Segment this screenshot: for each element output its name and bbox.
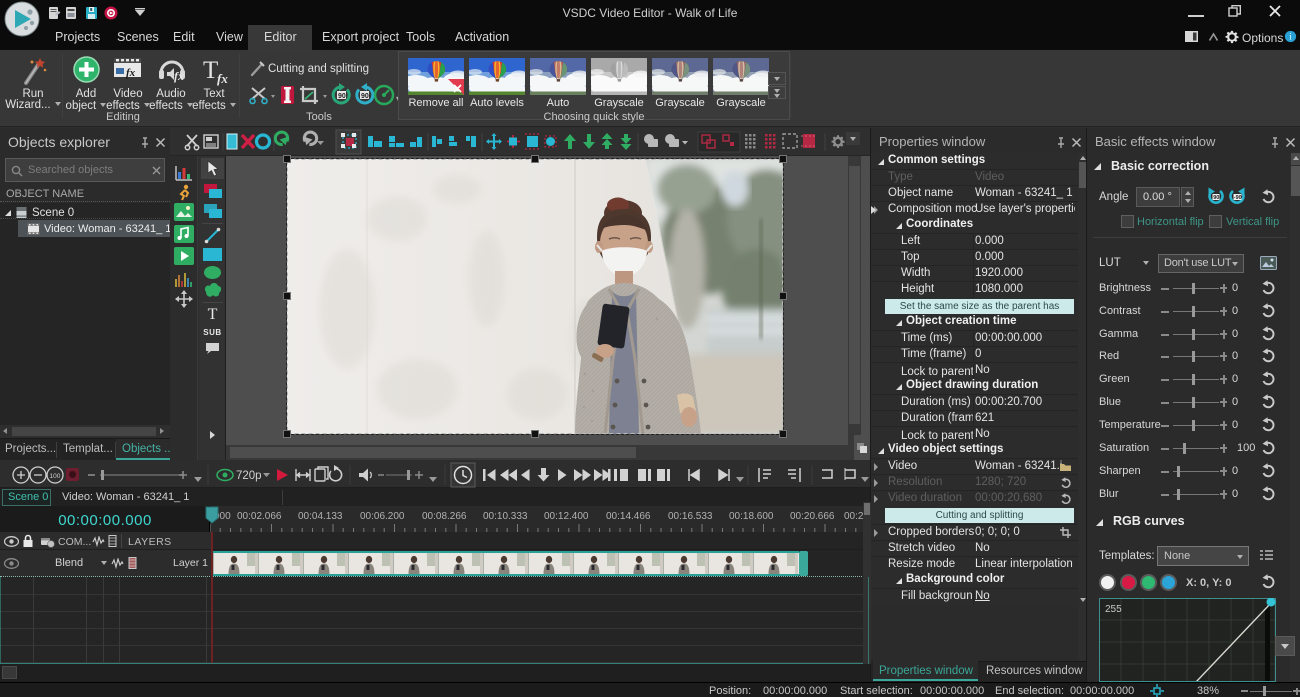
svg-text:255: 255 — [1105, 604, 1122, 615]
svg-text:720p: 720p — [236, 470, 262, 482]
svg-text:fx: fx — [217, 71, 228, 86]
svg-text:90: 90 — [338, 93, 346, 100]
svg-text:T: T — [203, 57, 218, 84]
svg-text:100: 100 — [50, 473, 61, 480]
svg-text:fx: fx — [174, 69, 184, 83]
svg-text:fx: fx — [126, 67, 136, 79]
svg-text:-90: -90 — [1234, 195, 1242, 201]
svg-text:90: 90 — [361, 93, 369, 100]
svg-text:90: 90 — [1213, 195, 1219, 201]
